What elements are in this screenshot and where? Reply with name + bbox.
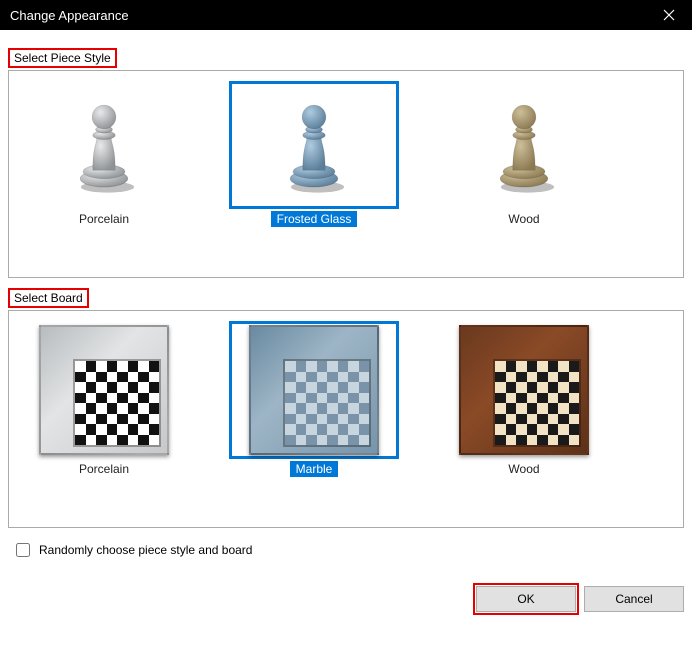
piece-style-heading-wrap: Select Piece Style (8, 48, 684, 68)
board-preview (439, 321, 609, 459)
piece-style-group: Porcelain Frosted Glass (8, 70, 684, 278)
board-option-label: Marble (290, 461, 339, 477)
piece-option-wood[interactable]: Wood (439, 81, 609, 227)
board-option-label: Wood (502, 461, 545, 477)
pawn-icon (69, 96, 139, 194)
board-preview (19, 321, 189, 459)
dialog-body: Select Piece Style Porcelain (0, 30, 692, 568)
piece-option-frostedglass[interactable]: Frosted Glass (229, 81, 399, 227)
piece-option-label: Wood (502, 211, 545, 227)
piece-preview (19, 81, 189, 209)
board-tile-icon (249, 325, 379, 455)
titlebar: Change Appearance (0, 0, 692, 30)
pawn-icon (489, 96, 559, 194)
board-tile-icon (39, 325, 169, 455)
random-checkbox-row[interactable]: Randomly choose piece style and board (12, 540, 684, 560)
pawn-icon (279, 96, 349, 194)
random-checkbox[interactable] (16, 543, 30, 557)
board-heading-wrap: Select Board (8, 288, 684, 308)
random-checkbox-label: Randomly choose piece style and board (39, 543, 252, 557)
piece-option-label: Porcelain (73, 211, 135, 227)
piece-option-label: Frosted Glass (271, 211, 358, 227)
board-tile-icon (459, 325, 589, 455)
window-title: Change Appearance (10, 8, 646, 23)
ok-button[interactable]: OK (476, 586, 576, 612)
board-option-wood[interactable]: Wood (439, 321, 609, 477)
piece-style-heading: Select Piece Style (8, 48, 117, 68)
piece-preview (229, 81, 399, 209)
board-preview (229, 321, 399, 459)
board-heading: Select Board (8, 288, 89, 308)
board-style-group: Porcelain Marble Wood (8, 310, 684, 528)
cancel-button[interactable]: Cancel (584, 586, 684, 612)
close-icon (663, 9, 675, 21)
board-option-porcelain[interactable]: Porcelain (19, 321, 189, 477)
piece-option-porcelain[interactable]: Porcelain (19, 81, 189, 227)
board-option-marble[interactable]: Marble (229, 321, 399, 477)
piece-preview (439, 81, 609, 209)
close-button[interactable] (646, 0, 692, 30)
dialog-buttons: OK Cancel (0, 568, 692, 622)
board-option-label: Porcelain (73, 461, 135, 477)
